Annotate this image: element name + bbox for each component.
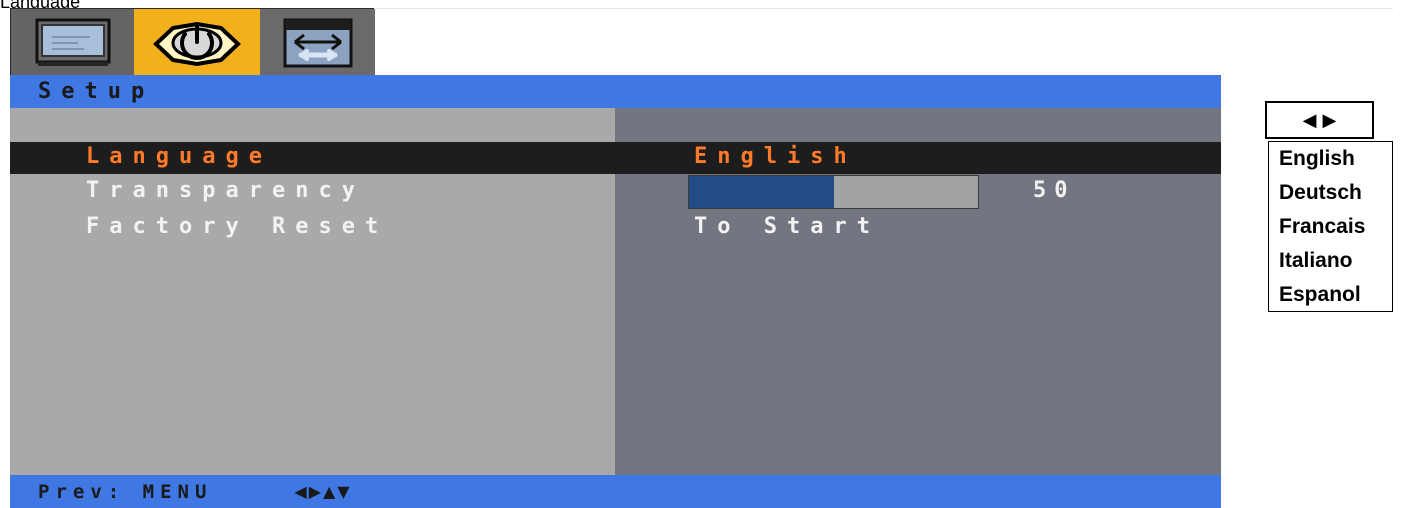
window-footer: Prev: MENU ◀▶▲▼ [10,475,1221,508]
tab-size[interactable] [260,9,375,76]
language-value[interactable]: English [694,144,857,169]
language-menu-item[interactable]: Language [86,144,272,169]
language-option-english[interactable]: English [1269,142,1392,176]
left-arrow-icon: ◀ [1302,110,1317,130]
language-option-espanol[interactable]: Espanol [1269,278,1392,312]
prev-menu-hint: Prev: MENU [38,480,213,503]
setup-window: Setup Language English Transparency 50 F… [10,75,1221,508]
factory-reset-menu-item[interactable]: Factory Reset [86,214,388,239]
transparency-slider[interactable] [688,175,979,209]
transparency-menu-item[interactable]: Transparency [86,178,365,203]
language-options-list: English Deutsch Francais Italiano Espano… [1268,141,1393,312]
tab-setup[interactable] [134,9,260,76]
top-divider [375,8,1393,9]
language-arrow-box: ◀ ▶ [1265,101,1374,139]
setup-icon [148,16,246,70]
window-title: Setup [38,79,155,104]
transparency-value: 50 [1033,178,1076,203]
navigation-arrows-icon: ◀▶▲▼ [294,482,352,501]
tab-picture[interactable] [11,9,134,76]
right-arrow-icon: ▶ [1322,110,1337,130]
factory-reset-value[interactable]: To Start [694,214,880,239]
language-option-deutsch[interactable]: Deutsch [1269,176,1392,210]
transparency-slider-fill [689,176,834,208]
language-option-francais[interactable]: Francais [1269,210,1392,244]
window-header: Setup [10,75,1221,108]
language-option-italiano[interactable]: Italiano [1269,244,1392,278]
resize-icon [277,14,359,72]
menu-tabbar [10,8,375,76]
monitor-icon [32,15,114,71]
